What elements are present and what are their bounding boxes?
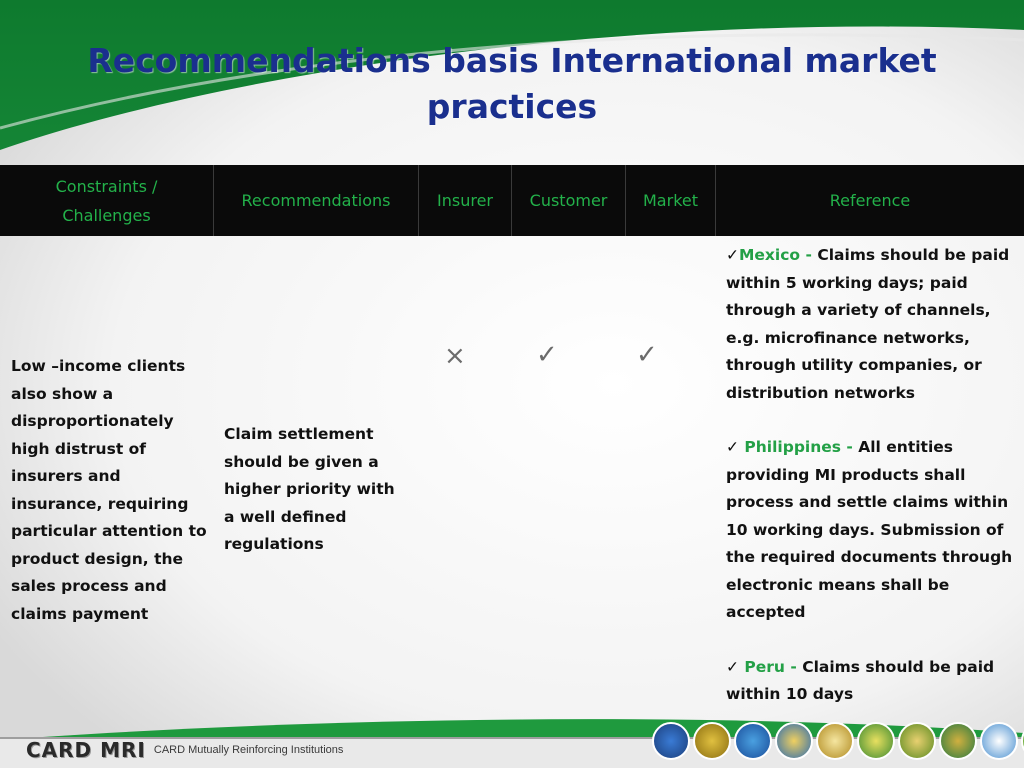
customer-check-icon: ✓ xyxy=(536,340,558,370)
partner-seal-icon xyxy=(898,722,936,760)
reference-country: Mexico - xyxy=(739,246,818,264)
partner-seal-icon xyxy=(980,722,1018,760)
check-icon: ✓ xyxy=(726,438,739,456)
reference-country: Philippines - xyxy=(744,438,859,456)
partner-seal-icon xyxy=(693,722,731,760)
footer-logo: CARD MRI CARD Mutually Reinforcing Insti… xyxy=(26,738,343,762)
slide-title: Recommendations basis International mark… xyxy=(87,41,937,126)
header-insurer: Insurer xyxy=(419,165,512,236)
check-icon: ✓ xyxy=(726,246,739,264)
partner-seal-icon xyxy=(816,722,854,760)
insurer-cross-icon: × xyxy=(444,341,466,371)
company-subtitle: CARD Mutually Reinforcing Institutions xyxy=(153,744,344,756)
header-constraints: Constraints / Challenges xyxy=(0,165,214,236)
header-recommendations: Recommendations xyxy=(214,165,419,236)
recommendation-cell: Claim settlement should be given a highe… xyxy=(224,425,395,553)
partner-seal-icon xyxy=(857,722,895,760)
market-check-icon: ✓ xyxy=(636,340,658,370)
partner-seals xyxy=(652,722,1024,766)
reference-country: Peru - xyxy=(744,657,803,676)
constraint-cell: Low –income clients also show a dispropo… xyxy=(11,357,207,623)
reference-text: Claims should be paid within 5 working d… xyxy=(726,246,1010,402)
header-reference: Reference xyxy=(829,191,911,210)
reference-item-mexico: ✓Mexico - Claims should be paid within 5… xyxy=(726,242,1020,407)
partner-seal-icon xyxy=(939,722,977,760)
reference-cell: ✓Mexico - Claims should be paid within 5… xyxy=(726,242,1020,736)
table-header-row: Constraints / Challenges Recommendations… xyxy=(0,165,1024,236)
partner-seal-icon xyxy=(734,722,772,760)
reference-text: All entities providing MI products shall… xyxy=(726,438,1013,621)
reference-item-philippines: ✓ Philippines - All entities providing M… xyxy=(726,434,1020,627)
header-customer: Customer xyxy=(512,165,626,236)
reference-item-peru: ✓ Peru - Claims should be paid within 10… xyxy=(726,654,1020,709)
header-market: Market xyxy=(626,165,716,236)
company-logo: CARD MRI xyxy=(26,738,146,762)
partner-seal-icon xyxy=(775,722,813,760)
partner-seal-icon xyxy=(652,722,690,760)
check-icon: ✓ xyxy=(726,657,739,676)
